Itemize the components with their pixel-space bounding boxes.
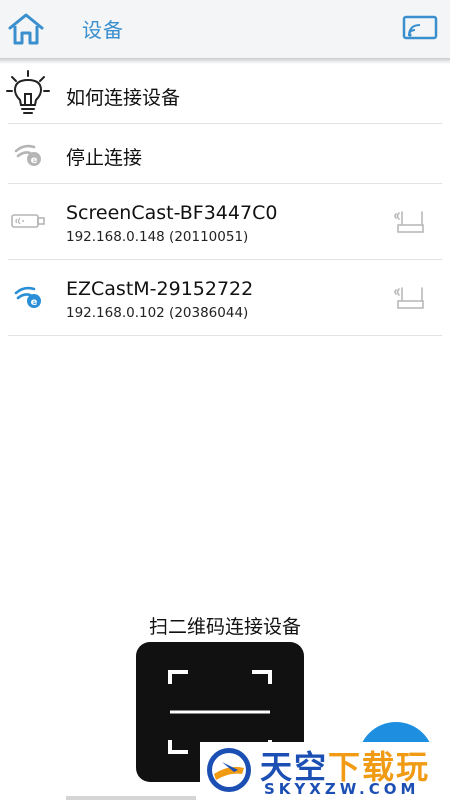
device-name: ScreenCast-BF3447C0 [66, 202, 278, 224]
usb-dongle-icon [11, 214, 45, 228]
how-to-connect-label: 如何连接设备 [66, 87, 181, 109]
svg-text:e: e [31, 297, 38, 308]
home-icon [8, 13, 44, 45]
how-to-connect-item[interactable]: 如何连接设备 [0, 64, 450, 124]
bottom-strip [66, 796, 196, 800]
watermark: 天空下载玩 SKYXZW.COM [200, 742, 450, 800]
ezcast-wifi-blue-icon: e [14, 286, 41, 308]
watermark-logo-icon [207, 748, 251, 792]
app-screen: 设备 如何连接设备 e 停止连接 ScreenCast-BF3447C0 192… [0, 0, 450, 800]
page-title: 设备 [82, 18, 124, 42]
stop-connection-item[interactable]: e 停止连接 [0, 124, 450, 184]
device-name: EZCastM-29152722 [66, 278, 254, 300]
ezcast-wifi-gray-icon: e [14, 144, 41, 166]
qr-scan-label: 扫二维码连接设备 [148, 616, 301, 638]
device-detail: 192.168.0.148 (20110051) [66, 229, 249, 245]
device-item[interactable]: e EZCastM-29152722 192.168.0.102 (203860… [0, 260, 450, 336]
svg-text:e: e [31, 155, 38, 166]
divider [8, 335, 442, 336]
router-icon[interactable] [392, 210, 424, 234]
home-button[interactable] [6, 12, 46, 46]
device-detail: 192.168.0.102 (20386044) [66, 305, 249, 321]
screen-cast-button[interactable] [402, 14, 438, 42]
lightbulb-icon [6, 70, 50, 114]
device-item[interactable]: ScreenCast-BF3447C0 192.168.0.148 (20110… [0, 184, 450, 260]
watermark-url: SKYXZW.COM [264, 780, 420, 798]
top-app-bar: 设备 [0, 0, 450, 58]
router-icon[interactable] [392, 286, 424, 310]
screen-cast-icon [402, 15, 438, 40]
stop-connection-label: 停止连接 [66, 147, 143, 169]
